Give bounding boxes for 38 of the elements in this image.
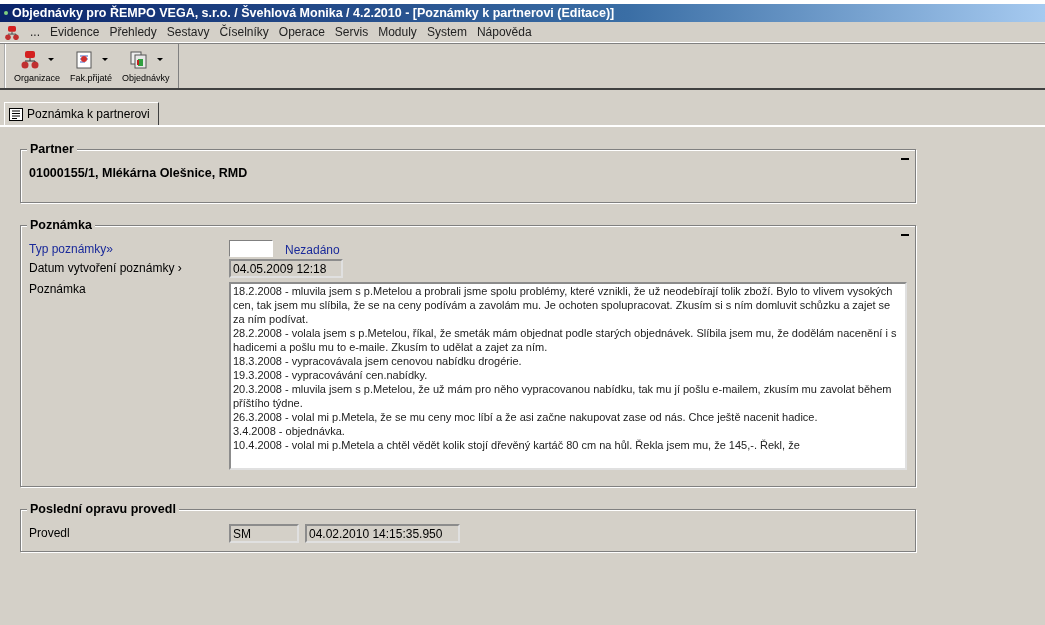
group-title: Partner (27, 142, 77, 156)
caret-icon[interactable] (48, 58, 54, 61)
people-icon (20, 49, 40, 70)
menu-item[interactable]: Číselníky (219, 25, 269, 39)
note-icon (9, 107, 23, 121)
menu-item[interactable]: Servis (334, 25, 369, 39)
caret-icon[interactable] (156, 58, 163, 61)
menu-item[interactable]: Moduly (378, 25, 417, 39)
menu-item[interactable]: Přehledy (109, 25, 157, 39)
user-field[interactable]: SM (229, 524, 299, 543)
menu-item[interactable]: Operace (278, 25, 325, 39)
field-label: Poznámka (29, 281, 87, 296)
toolbar-button[interactable]: Organizace (10, 44, 65, 88)
menu-item[interactable]: System (426, 25, 467, 39)
menu-item[interactable]: Sestavy (166, 25, 210, 39)
toolbar-button[interactable]: Objednávky (118, 44, 174, 88)
window-title: Objednávky pro ŘEMPO VEGA, s.r.o. / Švehlová Monika / 4.2.2010 - [Poznámky k partnerovi (Editace)] (12, 6, 615, 20)
timestamp-field[interactable]: 04.02.2010 14:15:35.950 (305, 524, 460, 543)
document-icon (74, 49, 95, 70)
date-field[interactable]: 04.05.2009 12:18 (229, 259, 343, 278)
menu-item[interactable]: Evidence (50, 25, 100, 39)
type-value: Nezadáno (285, 241, 340, 257)
app-icon (4, 11, 8, 15)
caret-icon[interactable] (102, 58, 109, 61)
group-title: Poslední opravu provedl (27, 502, 179, 516)
documents-icon (128, 49, 149, 70)
menu-item[interactable]: ... (30, 25, 40, 39)
partner-name: 01000155/1, Mlékárna Olešnice, RMD (29, 166, 249, 180)
menu-item[interactable]: Nápověda (476, 25, 532, 39)
toolbar-button[interactable]: Fak.přijaté (66, 44, 117, 88)
field-label: Datum vytvoření poznámky › (29, 260, 183, 275)
input-field[interactable] (229, 240, 273, 257)
people-icon[interactable] (4, 24, 20, 40)
note-text-area[interactable]: 18.2.2008 - mluvila jsem s p.Metelou a probrali jsme spolu problémy, které vznikli, že už neodebírají tolik zboží. Bylo to vlivem vysokých cen, tak jsem mu slíbila, že se na ceny podívám a zavolám mu. Je ochoten spolupracovat. Zkusím si s ním domluvit schůzku a zajet se za ním podívat. 28.2.2008 - volala jsem s p.Metelou, říkal, že smeták mám objednat podle starých objednávek. Slíbila jsem mu, že dodělám nacenění i s hadicemi a pošlu mu to e-maile. Zkusím to udělat a zajet za ním. 18.3.2008 - vypracovávala jsem cenovou nabídku drogérie. 19.3.2008 - vypracovávání cen.nabídky. 20.3.2008 - mluvila jsem s p.Metelou, že už mám pro něho vypracovanou nabídku, tak mu jí pošlu e-mailem, zkusím mu zavolat během příštího týdne. 26.3.2008 - volal mi p.Metela, že se mu ceny moc líbí a že asi začne nakupovat zase od nás. Chce ještě nacenit hadice. 3.4.2008 - objednávka. 10.4.2008 - volal mi p.Metela a chtěl vědět kolik stojí dřevěný kartáč 80 cm na hůl. Řekla jsem mu, že 145,-. Řekl, že (229, 282, 907, 470)
group-title: Poznámka (27, 218, 95, 232)
tab[interactable]: Poznámka k partnerovi (4, 102, 159, 125)
field-label: Provedl (29, 525, 71, 540)
field-label[interactable]: Typ poznámky» (29, 240, 229, 256)
